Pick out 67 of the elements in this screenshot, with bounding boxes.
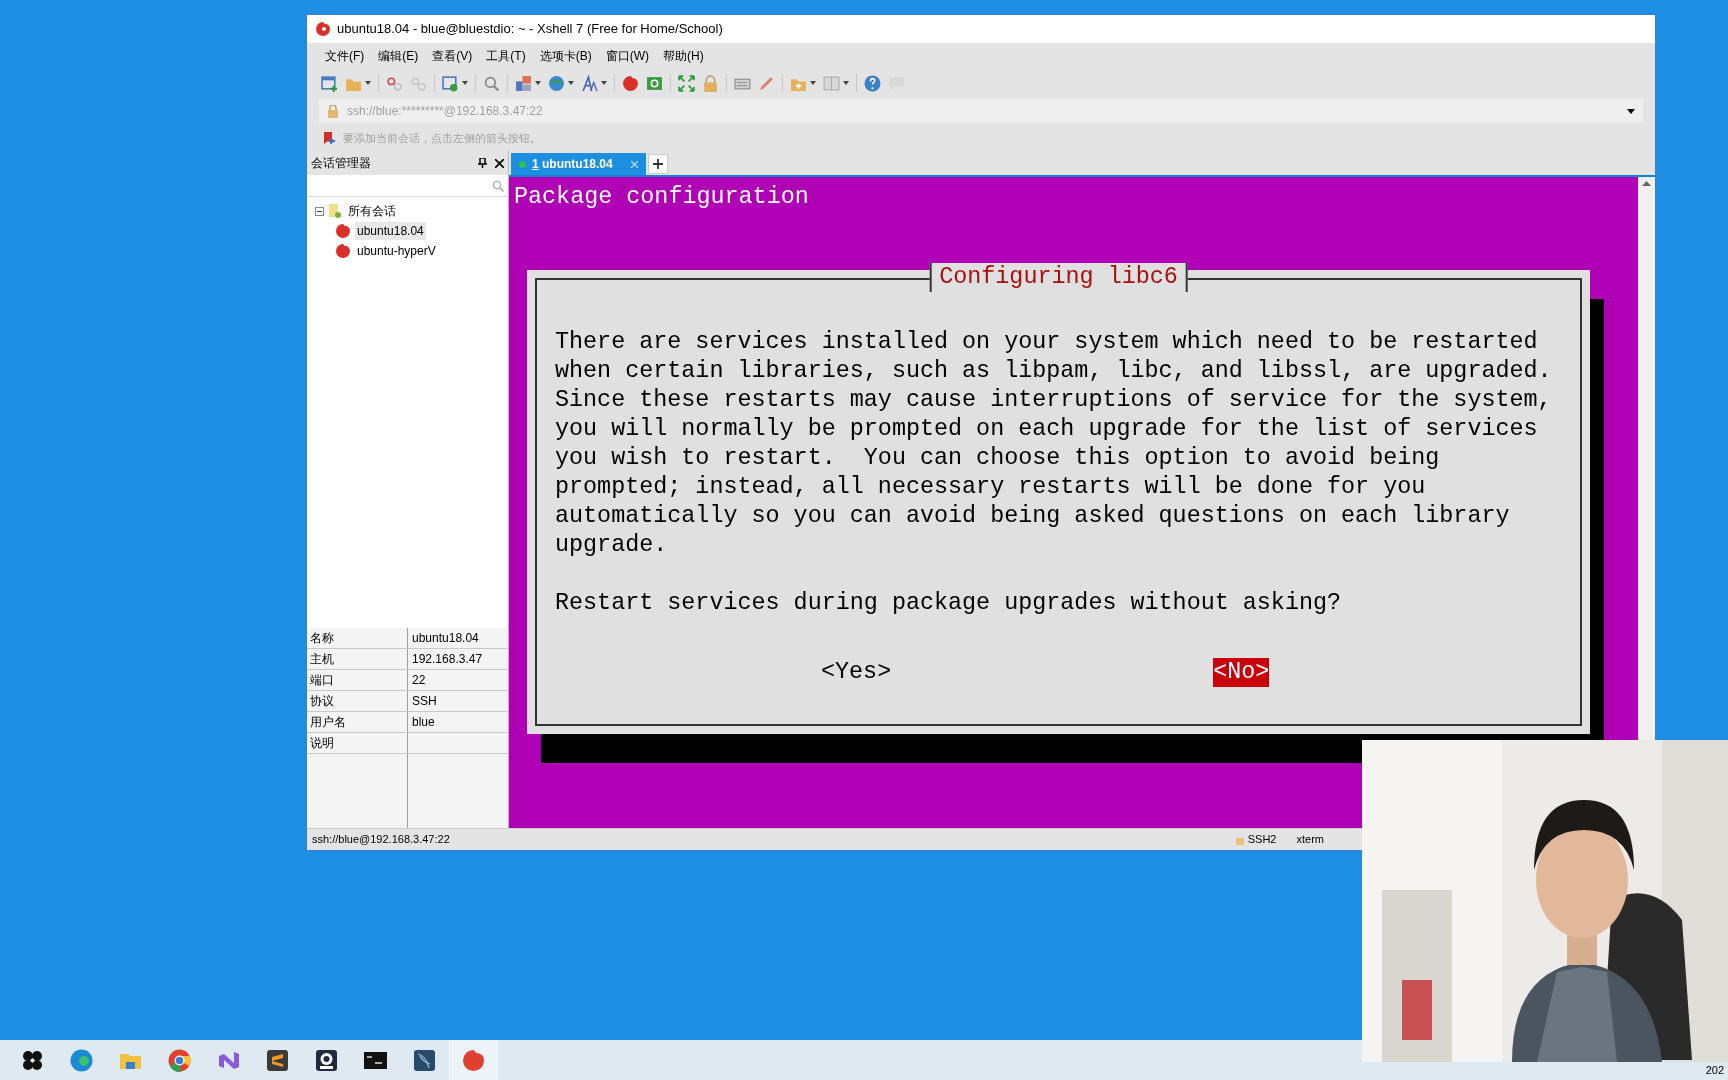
lock-icon bbox=[327, 104, 339, 118]
property-name: 用户名 bbox=[307, 712, 408, 732]
search-icon bbox=[492, 179, 504, 192]
dialog-button[interactable]: <Yes> bbox=[821, 658, 892, 687]
tree-item[interactable]: 所有会话 bbox=[346, 202, 398, 220]
collapse-icon[interactable] bbox=[315, 206, 324, 216]
fullscreen-icon[interactable] bbox=[678, 74, 695, 92]
new-tab-button[interactable] bbox=[647, 154, 668, 174]
menu-item[interactable]: 编辑(E) bbox=[372, 45, 425, 67]
font-icon[interactable] bbox=[581, 74, 598, 92]
menu-item[interactable]: 选项卡(B) bbox=[533, 45, 598, 67]
layout-icon[interactable] bbox=[515, 74, 532, 92]
property-name: 协议 bbox=[307, 691, 408, 711]
property-name: 说明 bbox=[307, 733, 408, 753]
hint-text: 要添加当前会话，点击左侧的箭头按钮。 bbox=[343, 130, 541, 146]
pin-icon[interactable] bbox=[478, 158, 487, 168]
help-icon[interactable] bbox=[864, 74, 881, 92]
unlink-icon bbox=[410, 74, 427, 92]
property-value: ubuntu18.04 bbox=[411, 630, 480, 647]
bookmark-arrow-icon[interactable] bbox=[323, 131, 337, 145]
chrome-browser-icon[interactable] bbox=[167, 1047, 192, 1073]
menu-item[interactable]: 工具(T) bbox=[480, 45, 532, 67]
clock-text: 202 bbox=[1705, 1062, 1724, 1078]
dropdown-caret-icon[interactable] bbox=[568, 81, 574, 85]
property-value: blue bbox=[411, 714, 436, 731]
dropdown-caret-icon[interactable] bbox=[535, 81, 541, 85]
edge-browser-icon[interactable] bbox=[69, 1047, 94, 1073]
property-name: 端口 bbox=[307, 670, 408, 690]
close-icon[interactable] bbox=[495, 158, 504, 168]
property-name: 名称 bbox=[307, 628, 408, 648]
dropdown-caret-icon[interactable] bbox=[1627, 108, 1635, 114]
dropdown-caret-icon[interactable] bbox=[810, 81, 816, 85]
link-icon bbox=[386, 74, 403, 92]
pen-icon[interactable] bbox=[758, 74, 775, 92]
tree-item[interactable]: ubuntu18.04 bbox=[355, 222, 426, 240]
dropdown-caret-icon[interactable] bbox=[843, 81, 849, 85]
status-terminal-type: xterm bbox=[1296, 832, 1324, 848]
property-value: 192.168.3.47 bbox=[411, 651, 484, 668]
menu-item[interactable]: 帮助(H) bbox=[657, 45, 710, 67]
dropdown-caret-icon[interactable] bbox=[365, 81, 371, 85]
menu-item[interactable]: 文件(F) bbox=[319, 45, 371, 67]
dialog-button[interactable]: <No> bbox=[1213, 658, 1270, 687]
dialog-message: There are services installed on your system which need to be restarted when certain libraries, such as libpam, libc, and libssl, are upgraded. Since these restarts may cause interruptions of service for the system, you will normally be prompted on each upgrade for the list of services you wish to restart. You can choose this option to avoid being prompted; instead, all necessary restarts will be done for you automatically so you can avoid being asked questions on each library upgrade. bbox=[555, 328, 1552, 560]
menu-item[interactable]: 查看(V) bbox=[426, 45, 479, 67]
dropdown-caret-icon[interactable] bbox=[462, 81, 468, 85]
property-value: 22 bbox=[411, 672, 427, 689]
panel-title: 会话管理器 bbox=[311, 155, 372, 172]
dropdown-caret-icon[interactable] bbox=[601, 81, 607, 85]
webcam-icon[interactable] bbox=[314, 1047, 339, 1073]
dialog-title: Configuring libc6 bbox=[929, 263, 1188, 292]
panel-icon bbox=[823, 74, 840, 92]
folder-icon bbox=[328, 203, 342, 219]
status-protocol: SSH2 bbox=[1247, 832, 1277, 848]
tree-item[interactable]: ubuntu-hyperV bbox=[355, 242, 438, 260]
menu-item[interactable]: 窗口(W) bbox=[599, 45, 655, 67]
address-field[interactable]: ssh://blue:*********@192.168.3.47:22 bbox=[319, 99, 1643, 123]
property-name: 主机 bbox=[307, 649, 408, 669]
new-session-icon[interactable] bbox=[321, 74, 338, 92]
property-value: SSH bbox=[411, 693, 438, 710]
status-address: ssh://blue@192.168.3.47:22 bbox=[312, 832, 451, 848]
shell-logo-icon bbox=[315, 21, 331, 37]
terminal-heading: Package configuration bbox=[514, 183, 809, 212]
search-icon[interactable] bbox=[483, 74, 500, 92]
scroll-up-icon[interactable] bbox=[1642, 181, 1651, 186]
plus-icon bbox=[652, 159, 663, 169]
dialog-question: Restart services during package upgrades without asking? bbox=[555, 589, 1342, 618]
window-title: ubuntu18.04 - blue@bluestdio: ~ - Xshell 7 (Free for Home/School) bbox=[337, 20, 723, 39]
